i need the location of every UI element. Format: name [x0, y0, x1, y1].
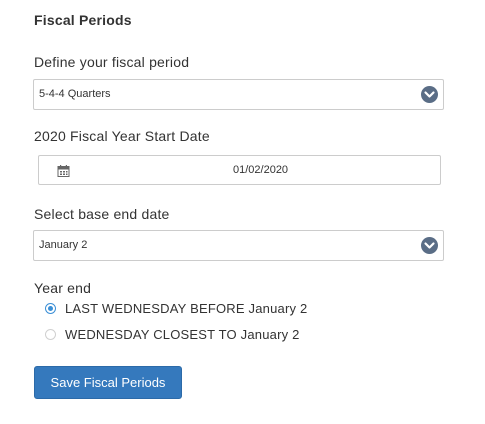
calendar-icon[interactable]: [57, 164, 70, 177]
radio-button[interactable]: [45, 329, 56, 340]
start-date-label: 2020 Fiscal Year Start Date: [34, 128, 210, 144]
chevron-down-icon[interactable]: [421, 237, 438, 254]
year-end-label: Year end: [34, 280, 92, 296]
section-title: Fiscal Periods: [34, 12, 132, 28]
fiscal-period-value: 5-4-4 Quarters: [39, 88, 111, 100]
radio-label: LAST WEDNESDAY BEFORE January 2: [65, 301, 308, 316]
fiscal-period-label: Define your fiscal period: [34, 54, 190, 70]
base-end-date-value: January 2: [39, 239, 88, 251]
start-date-value: 01/02/2020: [233, 164, 289, 176]
radio-button[interactable]: [45, 303, 56, 314]
start-date-input[interactable]: 01/02/2020: [38, 155, 441, 185]
chevron-down-icon[interactable]: [421, 86, 438, 103]
base-end-date-label: Select base end date: [34, 206, 170, 222]
radio-label: WEDNESDAY CLOSEST TO January 2: [65, 327, 300, 342]
save-fiscal-periods-button[interactable]: Save Fiscal Periods: [34, 366, 182, 399]
fiscal-period-select[interactable]: 5-4-4 Quarters: [33, 79, 444, 110]
base-end-date-select[interactable]: January 2: [33, 230, 444, 261]
